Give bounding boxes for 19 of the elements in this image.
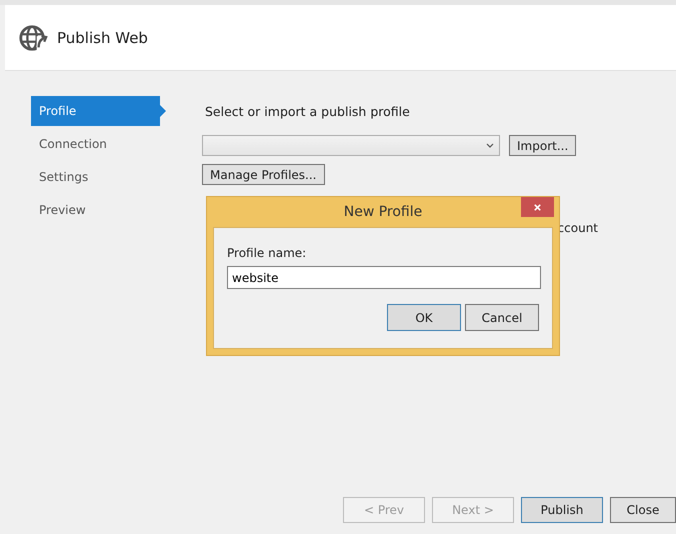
sidebar-item[interactable]: Preview [31, 195, 166, 225]
header-title: Publish Web [57, 28, 148, 46]
manage-profiles-button[interactable]: Manage Profiles... [202, 164, 324, 185]
import-button[interactable]: Import... [509, 135, 576, 156]
sidebar-item[interactable]: Connection [31, 129, 166, 159]
close-icon [533, 202, 542, 212]
close-button[interactable] [521, 197, 554, 217]
dialog-button[interactable]: Cancel [465, 304, 539, 331]
footer-button[interactable]: Close [610, 497, 676, 523]
field-label: Profile name: [227, 246, 308, 260]
chevron-down-icon [486, 143, 494, 148]
profile-name-input[interactable]: website [227, 266, 541, 289]
globe-upload-icon [18, 22, 48, 52]
sidebar-item[interactable]: Settings [31, 162, 166, 192]
sidebar-item[interactable]: Profile [31, 96, 166, 126]
dialog-button[interactable]: OK [387, 304, 461, 331]
dialog-title: New Profile [344, 204, 422, 220]
section-heading: Select or import a publish profile [204, 103, 411, 121]
footer-button[interactable]: Publish [521, 497, 603, 523]
